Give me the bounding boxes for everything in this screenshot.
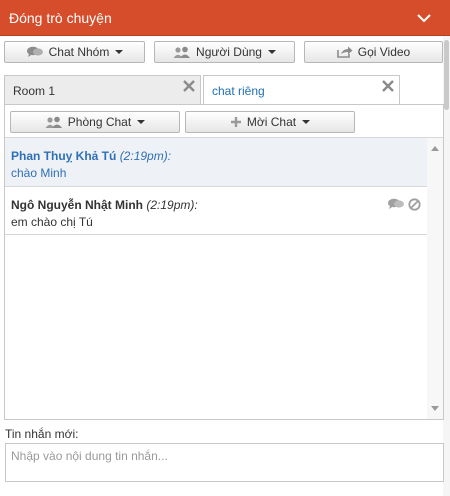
group-chat-button[interactable]: Chat Nhóm	[4, 41, 145, 63]
tab-label: chat riêng	[212, 84, 265, 98]
dropdown-caret-icon	[267, 50, 276, 54]
message-header: Ngô Nguyễn Nhật Minh (2:19pm):	[11, 198, 198, 212]
plus-icon	[230, 117, 241, 127]
chat-title: Đóng trò chuyện	[9, 10, 112, 26]
sender-name[interactable]: Phan Thuỵ Khả Tú	[11, 149, 116, 163]
dropdown-caret-icon	[137, 120, 146, 124]
sender-name[interactable]: Ngô Nguyễn Nhật Minh	[11, 198, 143, 212]
tab-room-1[interactable]: Room 1	[4, 75, 201, 105]
message-time: (2:19pm)	[146, 198, 195, 212]
tab-label: Room 1	[13, 84, 56, 98]
close-icon[interactable]	[381, 79, 395, 93]
block-icon[interactable]	[408, 198, 421, 211]
message-item: Ngô Nguyễn Nhật Minh (2:19pm): em chào c…	[5, 187, 427, 235]
chat-rooms-label: Phòng Chat	[67, 115, 132, 129]
message-actions	[387, 198, 421, 211]
users-button[interactable]: Người Dùng	[154, 41, 295, 63]
message-text: chào Minh	[11, 166, 67, 180]
message-text: em chào chị Tú	[11, 215, 93, 229]
window-scrollbar[interactable]	[443, 36, 450, 496]
users-icon	[173, 46, 191, 58]
tab-private-chat[interactable]: chat riêng	[203, 75, 400, 106]
message-time: (2:19pm)	[119, 149, 168, 163]
message-header: Phan Thuỵ Khả Tú (2:19pm):	[11, 149, 171, 163]
group-chat-label: Chat Nhóm	[48, 45, 110, 59]
message-scrollbar[interactable]	[427, 138, 443, 419]
message-list: Phan Thuỵ Khả Tú (2:19pm): chào Minh Ngô…	[5, 138, 427, 419]
new-message-label: Tin nhắn mới:	[5, 427, 79, 441]
video-call-label: Gọi Video	[357, 45, 411, 59]
message-item: Phan Thuỵ Khả Tú (2:19pm): chào Minh	[5, 138, 427, 187]
message-input[interactable]	[5, 443, 444, 482]
invite-chat-button[interactable]: Mời Chat	[185, 111, 355, 133]
invite-chat-label: Mời Chat	[246, 115, 297, 129]
chat-panel: Phòng Chat Mời Chat Phan Thuỵ Khả Tú (2:…	[4, 104, 444, 420]
message-separator: :	[167, 149, 172, 163]
chat-bubbles-icon	[26, 46, 43, 57]
scrollbar-thumb[interactable]	[444, 40, 449, 110]
scroll-up-icon[interactable]	[431, 146, 439, 151]
users-icon	[45, 116, 62, 128]
chat-rooms-button[interactable]: Phòng Chat	[10, 111, 180, 133]
room-tabs: Room 1 chat riêng	[4, 75, 400, 106]
close-icon[interactable]	[182, 79, 196, 93]
chat-subtoolbar: Phòng Chat Mời Chat	[5, 105, 443, 138]
chat-header[interactable]: Đóng trò chuyện	[0, 0, 450, 36]
dropdown-caret-icon	[115, 50, 124, 54]
dropdown-caret-icon	[302, 120, 311, 124]
video-call-button[interactable]: Gọi Video	[304, 41, 443, 63]
message-separator: :	[194, 198, 198, 212]
users-label: Người Dùng	[196, 45, 262, 59]
chat-bubbles-icon[interactable]	[387, 198, 405, 211]
share-arrow-icon	[336, 46, 353, 58]
chevron-down-icon[interactable]	[416, 10, 432, 26]
scroll-down-icon[interactable]	[431, 406, 439, 411]
chat-toolbar: Chat Nhóm Người Dùng Gọi Video	[0, 36, 450, 70]
